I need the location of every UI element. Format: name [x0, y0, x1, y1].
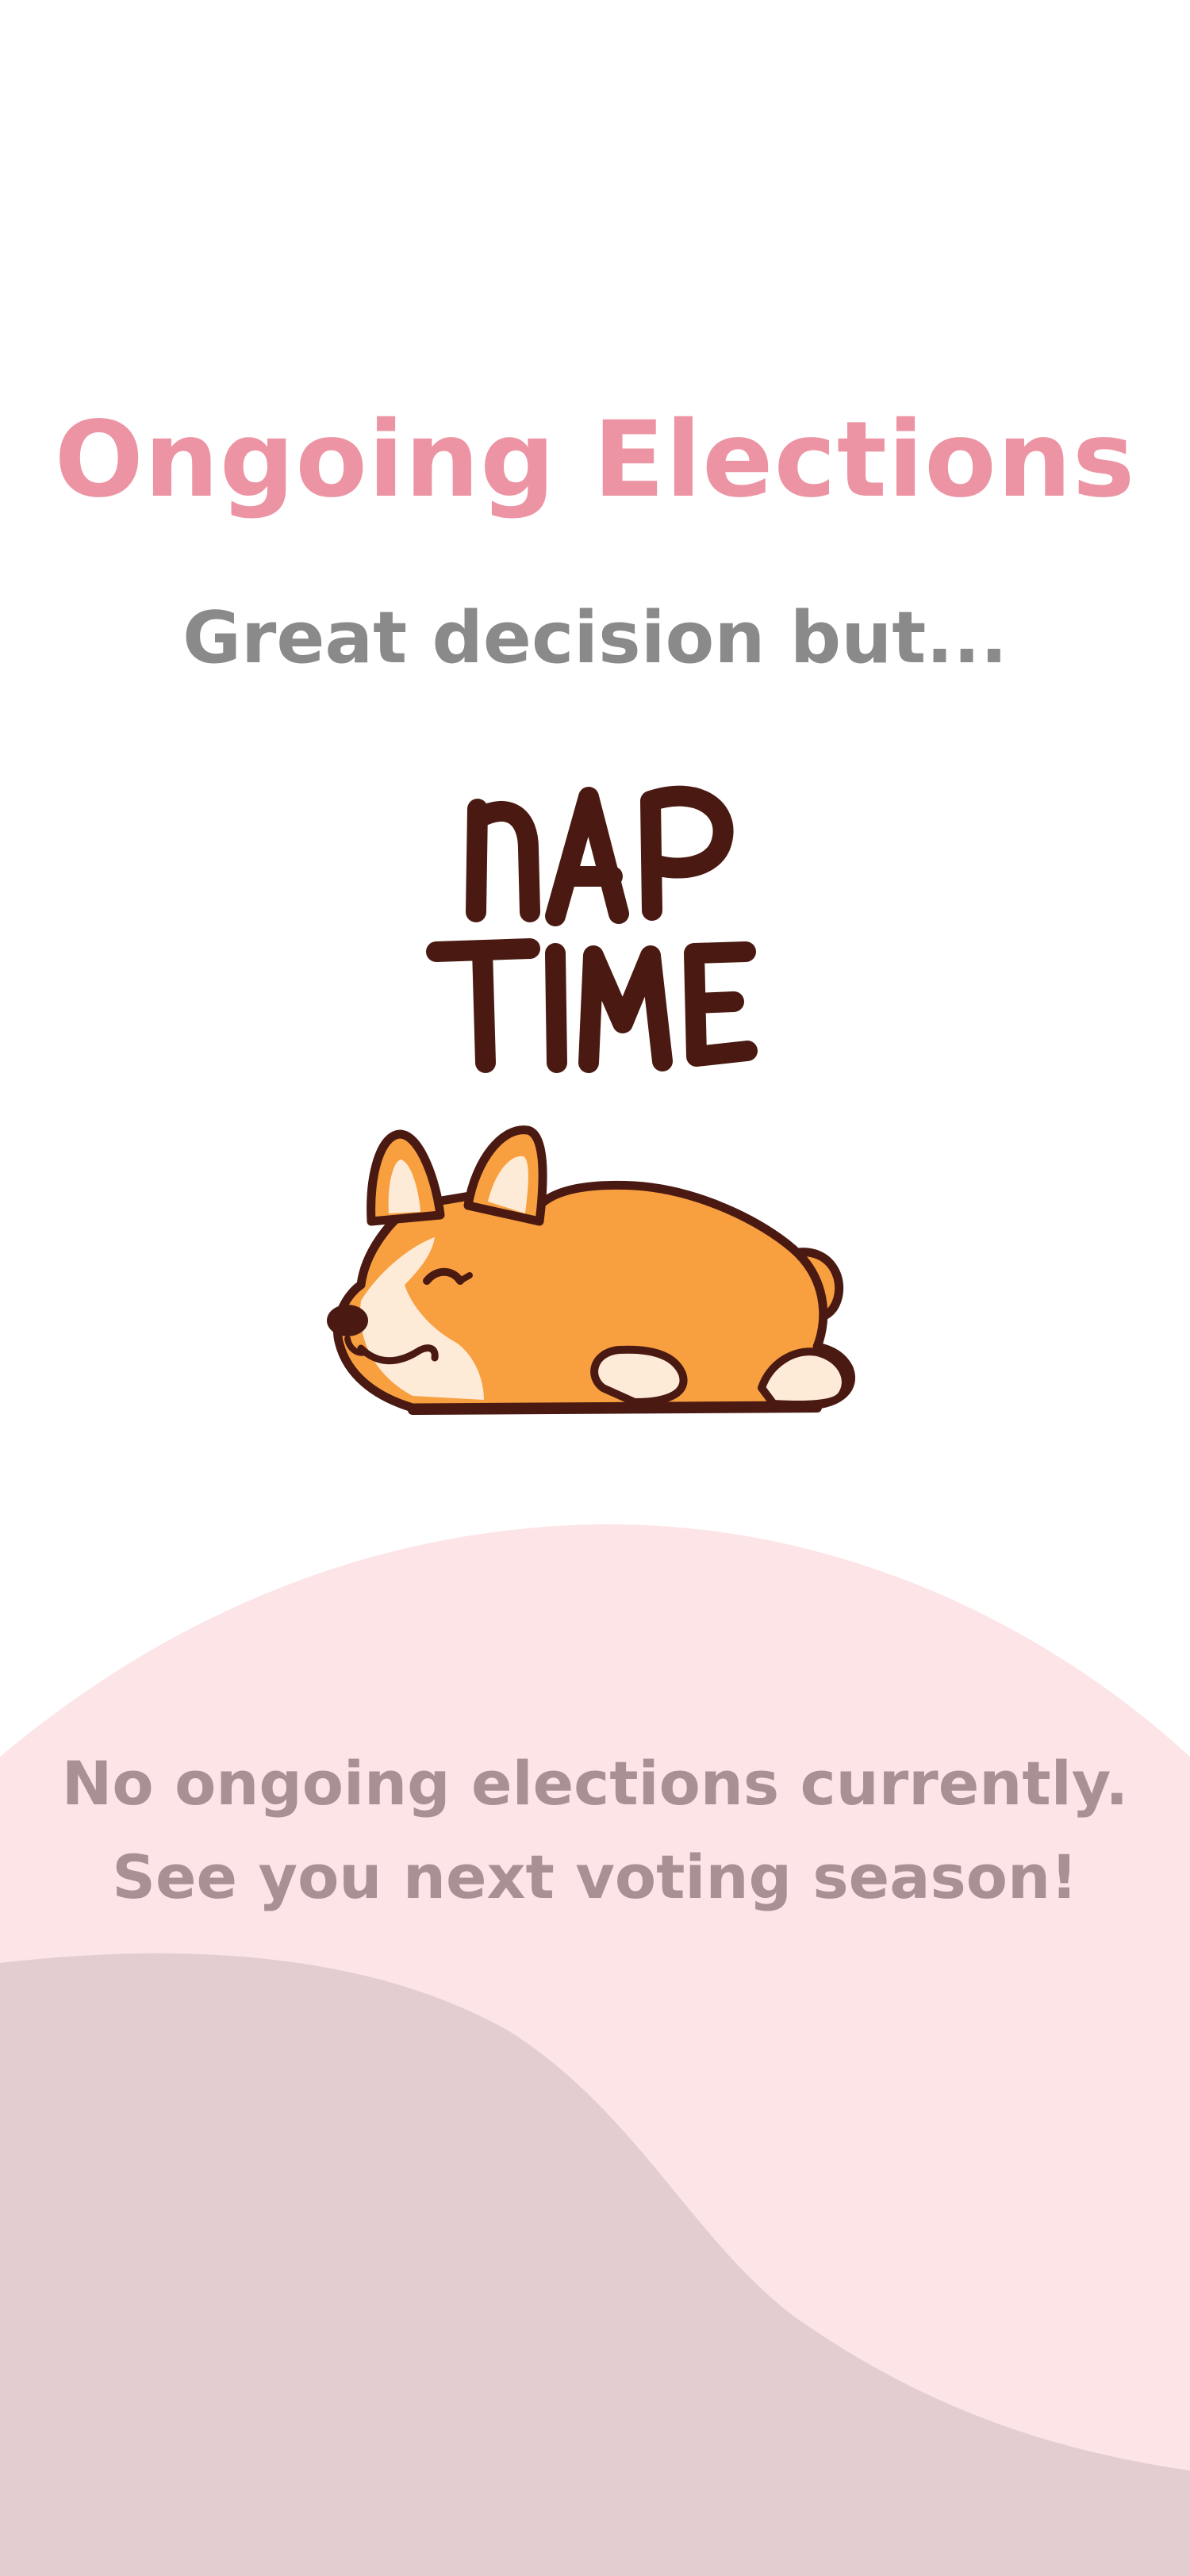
- sleeping-corgi-icon: [327, 785, 855, 1415]
- page-title: Ongoing Elections: [54, 399, 1136, 521]
- page-subtitle: Great decision but...: [182, 596, 1008, 680]
- ongoing-elections-screen: Ongoing Elections Great decision but...: [0, 0, 1190, 2576]
- nap-time-lettering: [426, 785, 758, 1073]
- no-elections-message: No ongoing elections currently. See you …: [0, 1737, 1190, 1924]
- corgi-body: [327, 1125, 855, 1415]
- next-season-line: See you next voting season!: [112, 1842, 1078, 1912]
- no-elections-line: No ongoing elections currently.: [61, 1748, 1129, 1819]
